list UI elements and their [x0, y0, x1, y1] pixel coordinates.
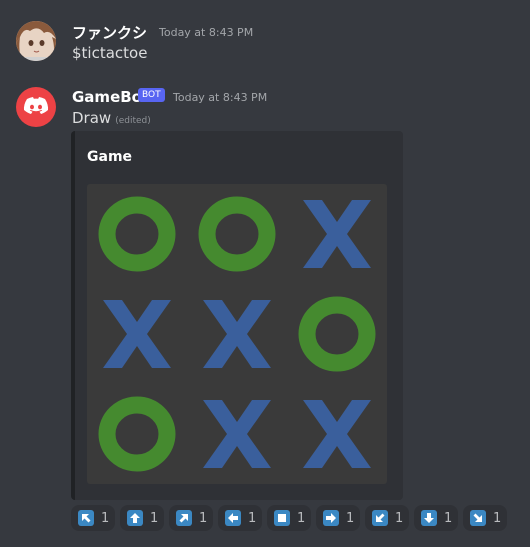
embed: Game [71, 131, 403, 500]
timestamp: Today at 8:43 PM [173, 91, 268, 104]
message-text: Draw [72, 109, 112, 127]
stop-square-icon [274, 510, 290, 526]
message-user: ファンクシ Today at 8:43 PM $tictactoe [0, 0, 530, 70]
timestamp: Today at 8:43 PM [159, 26, 254, 39]
user-avatar[interactable] [16, 21, 56, 61]
arrow-down-icon [421, 510, 437, 526]
message-content: Draw (edited) [72, 109, 151, 127]
reaction-arrow-down-left[interactable]: 1 [365, 505, 409, 531]
message-content: $tictactoe [72, 44, 148, 62]
reaction-count: 1 [297, 510, 306, 526]
reaction-count: 1 [150, 510, 159, 526]
board-cell-2-2 [287, 384, 387, 484]
tictactoe-board [87, 184, 387, 484]
reaction-arrow-down-right[interactable]: 1 [463, 505, 507, 531]
reaction-arrow-up-left[interactable]: 1 [71, 505, 115, 531]
edited-label: (edited) [115, 116, 151, 126]
x-mark [203, 400, 271, 468]
board-cell-2-1 [187, 384, 287, 484]
reaction-stop-square[interactable]: 1 [267, 505, 311, 531]
board-cell-0-1 [187, 184, 287, 284]
reaction-arrow-down[interactable]: 1 [414, 505, 458, 531]
arrow-up-right-icon [176, 510, 192, 526]
board-cell-1-0 [87, 284, 187, 384]
reaction-arrow-up[interactable]: 1 [120, 505, 164, 531]
x-mark [303, 200, 371, 268]
o-mark [198, 196, 276, 272]
reaction-count: 1 [248, 510, 257, 526]
o-mark [98, 396, 176, 472]
x-mark [103, 300, 171, 368]
arrow-right-icon [323, 510, 339, 526]
arrow-up-icon [127, 510, 143, 526]
board-cell-2-0 [87, 384, 187, 484]
reaction-count: 1 [199, 510, 208, 526]
x-mark [303, 400, 371, 468]
o-mark [298, 296, 376, 372]
discord-logo-icon [23, 97, 49, 114]
board-cell-1-1 [187, 284, 287, 384]
board-cell-1-2 [287, 284, 387, 384]
board-cell-0-0 [87, 184, 187, 284]
embed-title: Game [87, 149, 133, 165]
o-mark [98, 196, 176, 272]
board-cell-0-2 [287, 184, 387, 284]
bot-avatar[interactable] [16, 87, 56, 127]
username[interactable]: ファンクシ [72, 22, 147, 43]
reaction-count: 1 [101, 510, 110, 526]
reaction-arrow-up-right[interactable]: 1 [169, 505, 213, 531]
bot-badge: BOT [138, 88, 165, 102]
arrow-down-right-icon [470, 510, 486, 526]
reaction-count: 1 [444, 510, 453, 526]
arrow-up-left-icon [78, 510, 94, 526]
reaction-count: 1 [493, 510, 502, 526]
arrow-left-icon [225, 510, 241, 526]
reaction-count: 1 [346, 510, 355, 526]
reaction-count: 1 [395, 510, 404, 526]
reaction-arrow-left[interactable]: 1 [218, 505, 262, 531]
arrow-down-left-icon [372, 510, 388, 526]
reaction-arrow-right[interactable]: 1 [316, 505, 360, 531]
x-mark [203, 300, 271, 368]
